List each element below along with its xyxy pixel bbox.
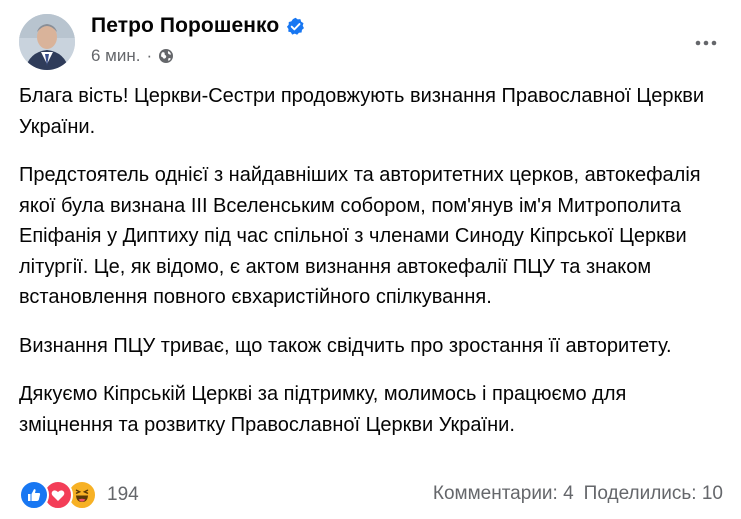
post-meta: 6 мин. · xyxy=(91,45,174,67)
like-icon xyxy=(19,480,49,510)
post-header: Петро Порошенко 6 мин. · xyxy=(19,10,724,70)
reaction-count[interactable]: 194 xyxy=(107,484,139,506)
author-name[interactable]: Петро Порошенко xyxy=(91,14,279,38)
author-row: Петро Порошенко xyxy=(91,12,305,40)
post-timestamp[interactable]: 6 мин. xyxy=(91,46,140,66)
author-avatar[interactable] xyxy=(19,14,75,70)
engagement-stats: Комментарии: 4 Поделились: 10 xyxy=(433,483,723,505)
comments-count-link[interactable]: Комментарии: 4 xyxy=(433,483,574,505)
post-paragraph: Блага вість! Церкви-Сестри продовжують в… xyxy=(19,85,704,138)
post-paragraph: Визнання ПЦУ триває, що також свідчить п… xyxy=(19,334,672,357)
post-paragraph: Дякуємо Кіпрській Церкві за підтримку, м… xyxy=(19,383,627,436)
reactions-summary[interactable]: 194 xyxy=(19,480,139,510)
shares-count-link[interactable]: Поделились: 10 xyxy=(584,483,723,505)
meta-separator: · xyxy=(146,46,153,65)
post-text: Блага вість! Церкви-Сестри продовжують в… xyxy=(19,81,719,458)
more-options-button[interactable] xyxy=(688,24,724,60)
post-footer: 194 Комментарии: 4 Поделились: 10 xyxy=(19,479,723,511)
globe-icon[interactable] xyxy=(158,48,174,64)
verified-badge-icon xyxy=(286,17,305,36)
more-options-icon xyxy=(695,33,717,51)
post-paragraph: Предстоятель однієї з найдавніших та авт… xyxy=(19,164,701,308)
